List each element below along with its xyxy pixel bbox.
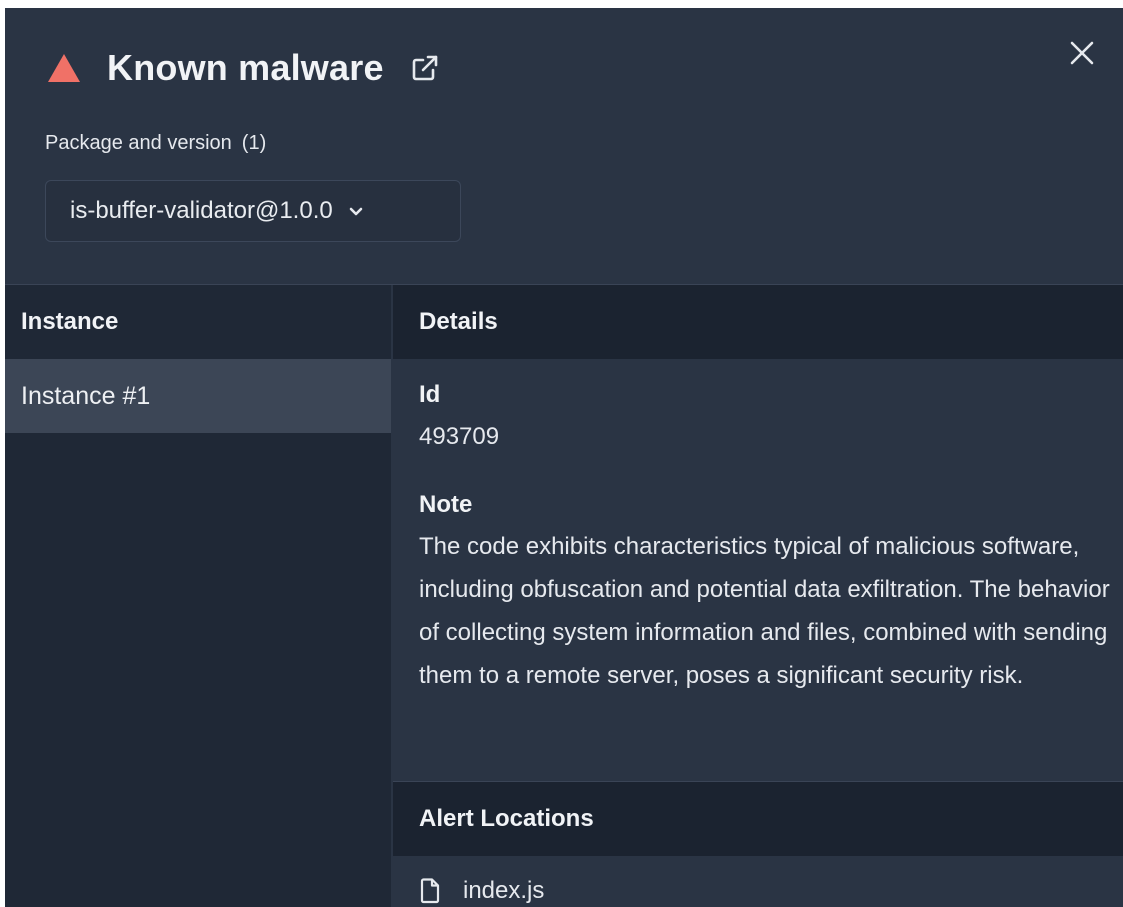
- alert-panel: Known malware Package and version (1) is-…: [5, 8, 1123, 907]
- details-column: Details Id 493709 Note The code exhibits…: [393, 285, 1123, 907]
- alert-locations-header: Alert Locations: [393, 781, 1123, 856]
- package-label-text: Package and version: [45, 132, 232, 154]
- id-value: 493709: [419, 423, 500, 450]
- package-select-value: is-buffer-validator@1.0.0: [70, 197, 333, 224]
- alert-file-item[interactable]: index.js: [419, 877, 544, 905]
- file-icon: [420, 878, 440, 904]
- note-label: Note: [419, 491, 473, 518]
- details-body: Id 493709 Note The code exhibits charact…: [393, 381, 1123, 697]
- chevron-down-icon: [349, 207, 363, 216]
- alert-file-name: index.js: [463, 877, 545, 904]
- warning-triangle-icon: [48, 54, 80, 82]
- details-header: Details: [393, 285, 1123, 359]
- panel-header: Known malware Package and version (1) is-…: [5, 8, 1123, 284]
- title-row: Known malware: [47, 46, 440, 90]
- instance-column: Instance Instance #1: [5, 285, 391, 907]
- note-value: The code exhibits characteristics typica…: [419, 533, 1110, 689]
- instance-column-header: Instance: [5, 285, 391, 359]
- package-version-label: Package and version (1): [45, 132, 266, 155]
- package-version-select[interactable]: is-buffer-validator@1.0.0: [45, 180, 461, 242]
- page-title: Known malware: [107, 47, 384, 88]
- package-count: (1): [241, 132, 267, 154]
- id-label: Id: [419, 381, 441, 408]
- instance-row-1[interactable]: Instance #1: [5, 359, 391, 433]
- close-icon[interactable]: [1065, 36, 1099, 70]
- external-link-icon[interactable]: [410, 53, 440, 83]
